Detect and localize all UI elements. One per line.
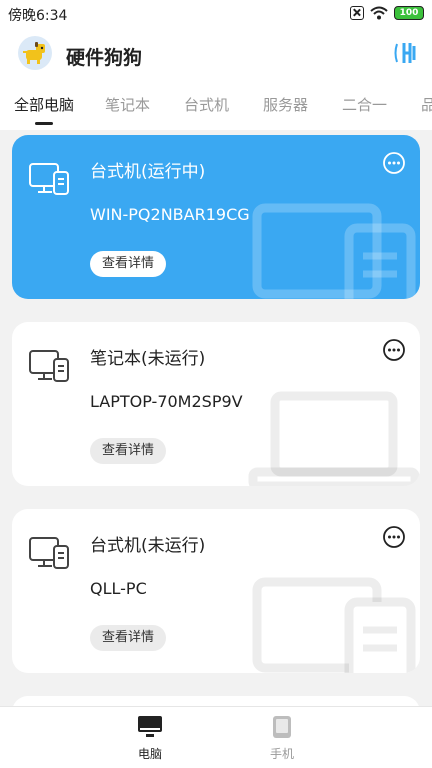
device-hostname: WIN-PQ2NBAR19CG — [90, 205, 250, 224]
laptop-icon — [29, 350, 69, 382]
desktop-watermark-icon — [252, 203, 416, 299]
device-title: 笔记本(未运行) — [90, 349, 206, 369]
desktop-icon — [29, 163, 69, 195]
device-card[interactable]: 台式机(未运行) QLL-PC 查看详情 — [12, 509, 420, 673]
device-title: 台式机(运行中) — [90, 162, 206, 182]
view-details-button[interactable]: 查看详情 — [90, 438, 167, 464]
nav-label: 电脑 — [137, 747, 162, 761]
tab-all[interactable]: 全部电脑 — [14, 94, 74, 115]
tab-more[interactable]: 品 — [421, 94, 432, 115]
tab-desktop[interactable]: 台式机 — [184, 94, 229, 115]
sim-off-icon — [350, 6, 364, 20]
profile-icon[interactable] — [394, 38, 420, 72]
category-tabs: 全部电脑 笔记本 台式机 服务器 二合一 品 — [0, 90, 432, 130]
device-hostname: QLL-PC — [90, 579, 147, 598]
tab-2in1[interactable]: 二合一 — [342, 94, 387, 115]
tab-server[interactable]: 服务器 — [263, 94, 308, 115]
nav-computers[interactable]: 电脑 — [110, 715, 190, 762]
view-details-button[interactable]: 查看详情 — [90, 251, 167, 277]
status-icons: 100 — [350, 6, 424, 20]
device-hostname: LAPTOP-70M2SP9V — [90, 392, 243, 411]
desktop-icon — [29, 537, 69, 569]
status-bar: 傍晚6:34 100 — [0, 0, 432, 28]
tab-laptop[interactable]: 笔记本 — [105, 94, 150, 115]
app-title: 硬件狗狗 — [66, 47, 143, 69]
battery-icon: 100 — [394, 6, 424, 20]
device-title: 台式机(未运行) — [90, 536, 206, 556]
view-details-button[interactable]: 查看详情 — [90, 625, 167, 651]
desktop-watermark-icon — [252, 577, 416, 673]
app-bar: 硬件狗狗 — [0, 30, 432, 80]
dog-logo-icon — [18, 36, 52, 70]
device-card[interactable]: 笔记本(未运行) LAPTOP-70M2SP9V 查看详情 — [12, 322, 420, 486]
more-options-icon[interactable] — [382, 151, 406, 175]
bottom-nav: 电脑 手机 — [0, 706, 432, 768]
wifi-icon — [370, 6, 388, 20]
top-header: 傍晚6:34 100 硬件狗狗 全部电脑 笔记本 台式机 服务器 二合一 品 — [0, 0, 432, 130]
nav-label: 手机 — [269, 747, 294, 761]
monitor-icon — [138, 716, 162, 737]
more-options-icon[interactable] — [382, 525, 406, 549]
laptop-watermark-icon — [248, 391, 420, 486]
phone-icon — [273, 716, 291, 738]
more-options-icon[interactable] — [382, 338, 406, 362]
tab-indicator — [35, 122, 53, 125]
nav-phones[interactable]: 手机 — [242, 715, 322, 762]
status-time: 傍晚6:34 — [8, 8, 68, 24]
device-card[interactable]: 台式机(运行中) WIN-PQ2NBAR19CG 查看详情 — [12, 135, 420, 299]
